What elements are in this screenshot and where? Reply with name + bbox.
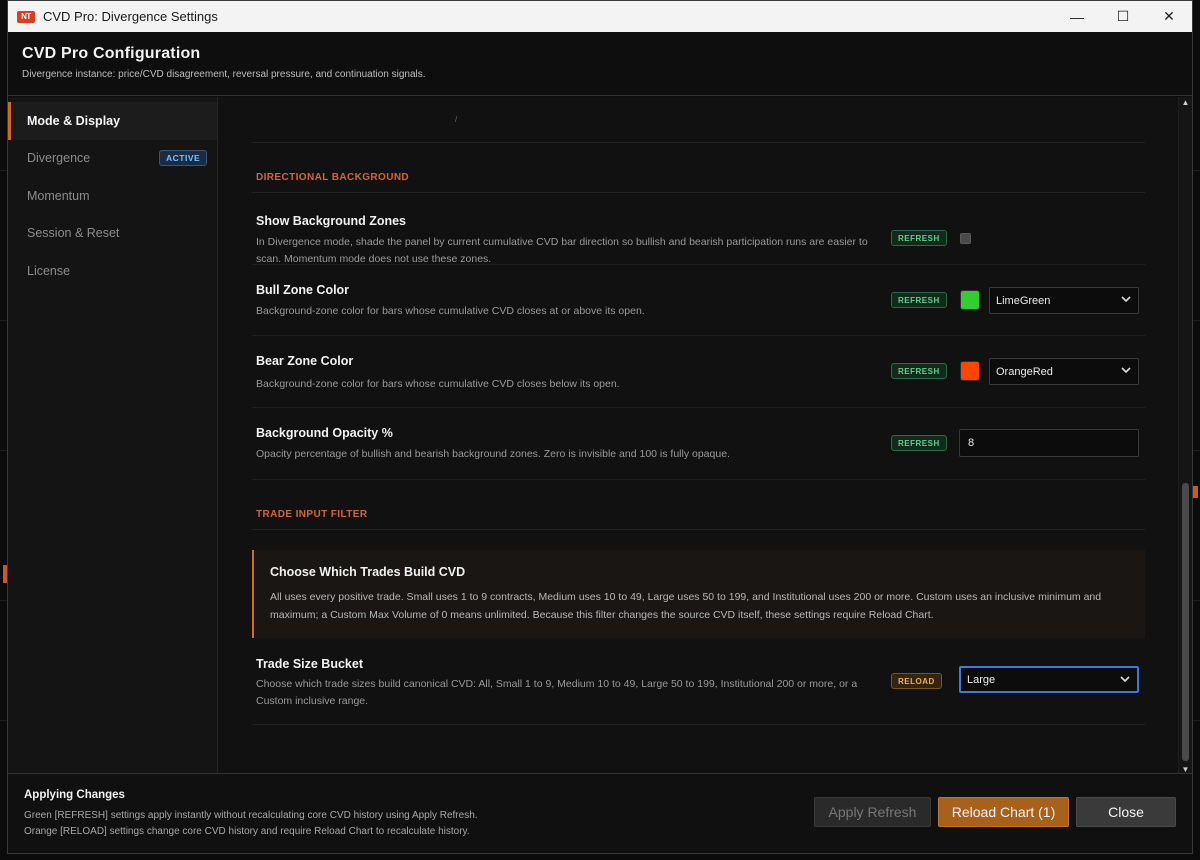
setting-label: Show Background Zones	[256, 214, 407, 228]
settings-panel: / DIRECTIONAL BACKGROUND Show Background…	[218, 97, 1192, 775]
scroll-up-icon[interactable]: ▲	[1181, 98, 1190, 107]
sidebar-item-label: Momentum	[27, 188, 90, 203]
close-button[interactable]: Close	[1076, 797, 1176, 827]
reload-badge: RELOAD	[891, 673, 942, 689]
window-title: CVD Pro: Divergence Settings	[43, 9, 218, 24]
window-controls: — ☐ ✕	[1054, 1, 1192, 32]
reload-chart-button[interactable]: Reload Chart (1)	[938, 797, 1069, 827]
section-heading-directional-background: DIRECTIONAL BACKGROUND	[252, 143, 1145, 193]
setting-description: Opacity percentage of bullish and bearis…	[256, 448, 730, 460]
close-window-button[interactable]: ✕	[1146, 1, 1192, 32]
refresh-badge: REFRESH	[891, 435, 947, 451]
trade-size-bucket-select[interactable]: Large	[959, 666, 1139, 693]
close-icon: ✕	[1163, 8, 1175, 24]
sidebar-item-divergence[interactable]: Divergence ACTIVE	[8, 140, 217, 178]
settings-window: NT CVD Pro: Divergence Settings — ☐ ✕ CV…	[7, 0, 1193, 854]
callout-title: Choose Which Trades Build CVD	[270, 565, 466, 579]
minimize-button[interactable]: —	[1054, 1, 1100, 32]
settings-scroll-area: / DIRECTIONAL BACKGROUND Show Background…	[252, 97, 1145, 725]
callout-text: All uses every positive trade. Small use…	[270, 591, 1102, 621]
sidebar-item-session-reset[interactable]: Session & Reset	[8, 215, 217, 253]
setting-description: Choose which trade sizes build canonical…	[256, 678, 858, 707]
bull-color-select[interactable]: LimeGreen	[989, 287, 1139, 314]
sidebar: Mode & Display Divergence ACTIVE Momentu…	[8, 97, 218, 775]
sidebar-item-label: Session & Reset	[27, 226, 120, 241]
setting-label: Bull Zone Color	[256, 283, 350, 297]
chevron-down-icon	[1120, 676, 1130, 683]
refresh-badge: REFRESH	[891, 292, 947, 308]
chevron-down-icon	[1121, 367, 1131, 374]
bull-color-swatch[interactable]	[960, 290, 980, 310]
select-value: LimeGreen	[996, 294, 1051, 307]
dialog-footer: Applying Changes Green [REFRESH] setting…	[8, 773, 1192, 853]
bear-color-swatch[interactable]	[960, 361, 980, 381]
setting-description: Background-zone color for bars whose cum…	[256, 305, 645, 317]
setting-row-show-background-zones: Show Background Zones In Divergence mode…	[252, 193, 1145, 265]
setting-row-bear-zone-color: Bear Zone Color Background-zone color fo…	[252, 336, 1145, 408]
section-heading-trade-input-filter: TRADE INPUT FILTER	[252, 480, 1145, 530]
maximize-icon: ☐	[1116, 8, 1130, 24]
footer-note-refresh: Green [REFRESH] settings apply instantly…	[24, 810, 478, 821]
setting-row-bull-zone-color: Bull Zone Color Background-zone color fo…	[252, 265, 1145, 336]
refresh-badge: REFRESH	[891, 363, 947, 379]
sidebar-item-label: License	[27, 263, 71, 278]
background-opacity-input[interactable]: 8	[959, 429, 1139, 457]
footer-note-reload: Orange [RELOAD] settings change core CVD…	[24, 826, 470, 837]
show-background-zones-checkbox[interactable]	[960, 233, 971, 244]
setting-label: Trade Size Bucket	[256, 657, 363, 671]
active-badge: ACTIVE	[159, 149, 208, 166]
dialog-header: CVD Pro Configuration Divergence instanc…	[8, 32, 1192, 96]
sidebar-item-label: Mode & Display	[27, 113, 121, 128]
scrollbar[interactable]: ▲ ▼	[1178, 97, 1192, 775]
sidebar-item-label: Divergence	[27, 151, 91, 166]
info-callout: Choose Which Trades Build CVD All uses e…	[252, 550, 1145, 638]
setting-row-trade-size-bucket: Trade Size Bucket Choose which trade siz…	[252, 638, 1145, 725]
page-subtitle: Divergence instance: price/CVD disagreem…	[22, 69, 426, 80]
dialog-body: Mode & Display Divergence ACTIVE Momentu…	[8, 97, 1192, 775]
minimize-icon: —	[1070, 8, 1084, 25]
select-value: Large	[967, 673, 996, 686]
footer-title: Applying Changes	[24, 789, 125, 801]
title-bar: NT CVD Pro: Divergence Settings — ☐ ✕	[8, 1, 1192, 32]
bear-color-select[interactable]: OrangeRed	[989, 358, 1139, 385]
setting-description: In Divergence mode, shade the panel by c…	[256, 236, 868, 265]
app-logo: NT	[17, 10, 35, 23]
maximize-button[interactable]: ☐	[1100, 1, 1146, 32]
clipped-text: /	[455, 115, 458, 124]
scrollbar-thumb[interactable]	[1182, 483, 1189, 761]
select-value: OrangeRed	[996, 365, 1053, 378]
setting-label: Bear Zone Color	[256, 354, 354, 368]
apply-refresh-button[interactable]: Apply Refresh	[814, 797, 931, 827]
chevron-down-icon	[1121, 296, 1131, 303]
sidebar-item-mode-display[interactable]: Mode & Display	[8, 102, 217, 140]
sidebar-item-license[interactable]: License	[8, 252, 217, 290]
page-title: CVD Pro Configuration	[22, 45, 201, 62]
setting-description: Background-zone color for bars whose cum…	[256, 378, 620, 390]
setting-row-background-opacity: Background Opacity % Opacity percentage …	[252, 408, 1145, 480]
section-divider: /	[252, 97, 1145, 143]
refresh-badge: REFRESH	[891, 230, 947, 246]
input-value: 8	[968, 437, 975, 449]
sidebar-item-momentum[interactable]: Momentum	[8, 177, 217, 215]
setting-label: Background Opacity %	[256, 426, 393, 440]
